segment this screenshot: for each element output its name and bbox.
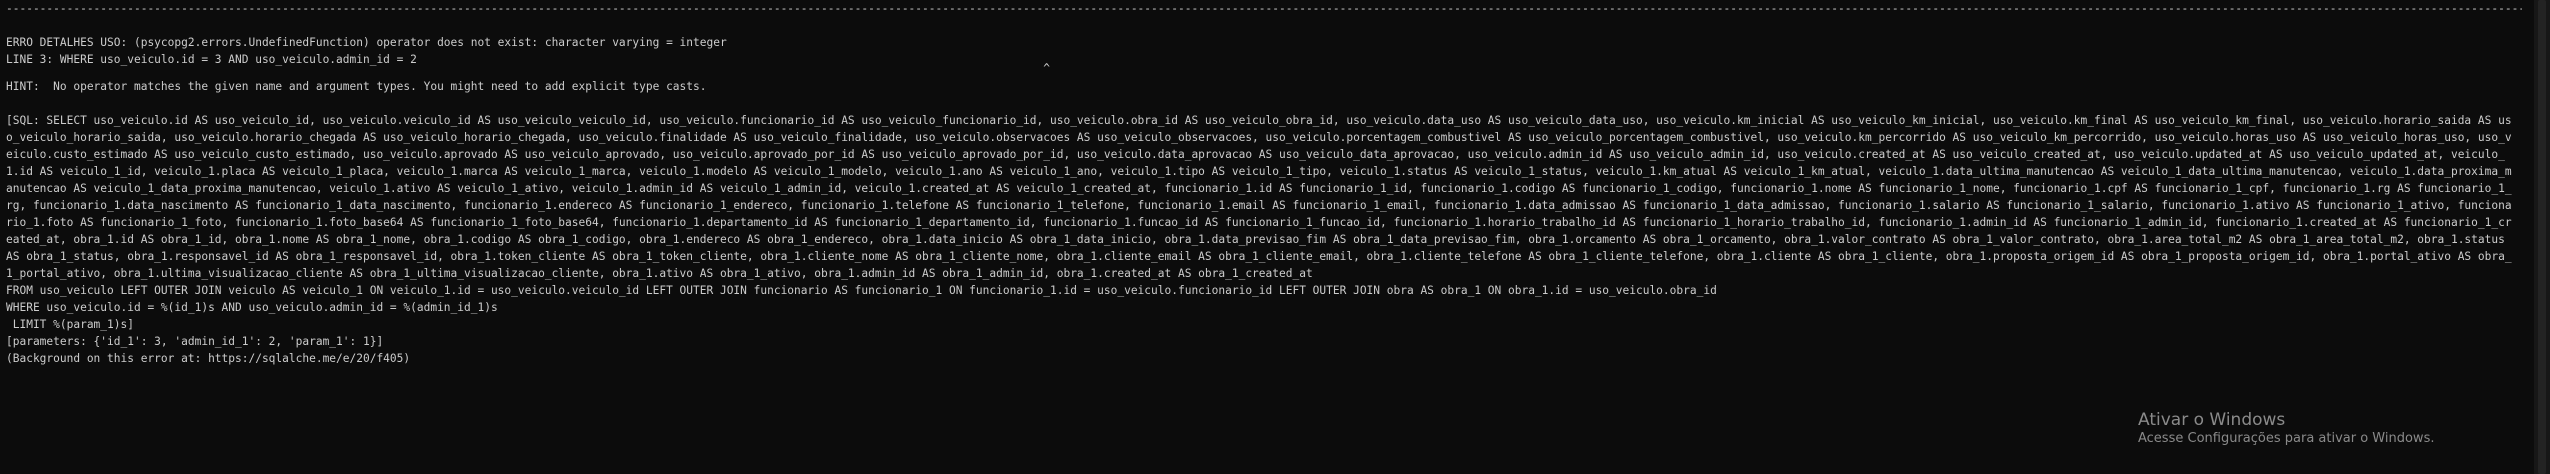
sql-where-clause: WHERE uso_veiculo.id = %(id_1)s AND uso_…: [6, 301, 498, 314]
error-background-link: (Background on this error at: https://sq…: [6, 352, 411, 365]
sql-statement: [SQL: SELECT uso_veiculo.id AS uso_veicu…: [6, 114, 2512, 280]
vertical-scrollbar[interactable]: [2534, 0, 2550, 474]
separator-line: ----------------------------------------…: [6, 2, 2522, 15]
watermark-title: Ativar o Windows: [2138, 410, 2286, 430]
scrollbar-thumb[interactable]: [2538, 0, 2546, 474]
sql-from-clause: FROM uso_veiculo LEFT OUTER JOIN veiculo…: [6, 284, 1717, 297]
terminal-window[interactable]: ----------------------------------------…: [0, 0, 2550, 474]
sql-parameters: [parameters: {'id_1': 3, 'admin_id_1': 2…: [6, 335, 384, 348]
watermark-subtitle: Acesse Configurações para ativar o Windo…: [2138, 431, 2435, 446]
error-caret: ^: [6, 62, 1050, 75]
hint-line: HINT: No operator matches the given name…: [6, 80, 707, 93]
windows-activation-watermark: Ativar o Windows Acesse Configurações pa…: [2138, 410, 2434, 448]
sql-limit-clause: LIMIT %(param_1)s]: [6, 318, 134, 331]
terminal-output: ----------------------------------------…: [6, 0, 2522, 367]
error-detail-line: ERRO DETALHES USO: (psycopg2.errors.Unde…: [6, 36, 727, 49]
